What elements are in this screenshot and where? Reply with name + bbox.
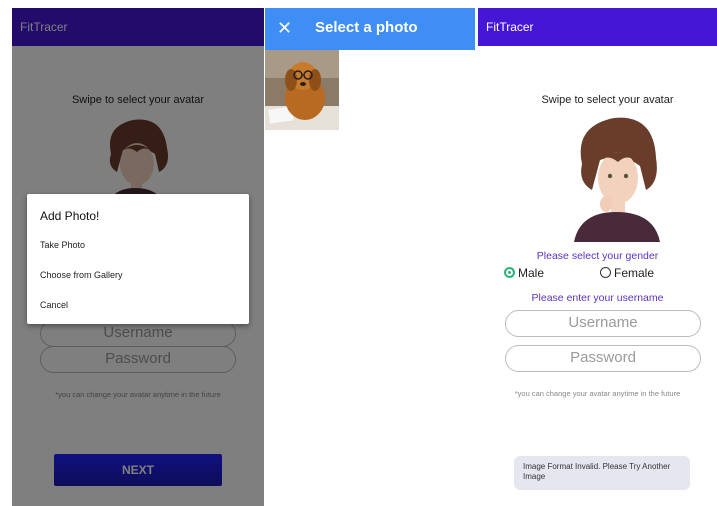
gender-female-radio[interactable]: Female [600,266,654,280]
picker-title: Select a photo [315,19,418,36]
radio-unselected-icon [600,267,611,278]
password-field[interactable]: Password [505,345,701,372]
take-photo-option[interactable]: Take Photo [40,240,85,250]
invalid-format-toast: Image Format Invalid. Please Try Another… [514,456,690,490]
close-icon[interactable]: ✕ [277,17,292,39]
panel-photo-picker: ✕ Select a photo [265,8,475,506]
gender-male-label: Male [518,266,545,280]
username-field[interactable]: Username [505,310,701,337]
username-prompt: Please enter your username [531,292,664,304]
avatar-illustration[interactable] [568,112,664,242]
radio-selected-icon [504,267,515,278]
gender-prompt: Please select your gender [536,250,659,262]
gender-female-label: Female [614,266,655,280]
choose-from-gallery-option[interactable]: Choose from Gallery [40,270,123,280]
add-photo-dialog: Add Photo! Take Photo Choose from Galler… [27,194,249,324]
gender-male-radio[interactable]: Male [504,266,544,280]
swipe-caption: Swipe to select your avatar [541,94,674,106]
signup-screen: Swipe to select your avatar Please selec… [478,46,717,506]
dog-photo-thumbnail[interactable] [265,50,339,130]
cancel-option[interactable]: Cancel [40,300,68,310]
avatar-note: *you can change your avatar anytime in t… [514,389,681,398]
panel-invalid-format: FitTracer Swipe to select your avatar Pl… [478,8,717,506]
app-bar: FitTracer [478,8,717,46]
app-title: FitTracer [486,20,534,34]
dialog-title: Add Photo! [40,209,100,223]
panel-add-photo: FitTracer Swipe to select your avatar Us… [12,8,264,506]
picker-toolbar: ✕ Select a photo [265,8,475,50]
